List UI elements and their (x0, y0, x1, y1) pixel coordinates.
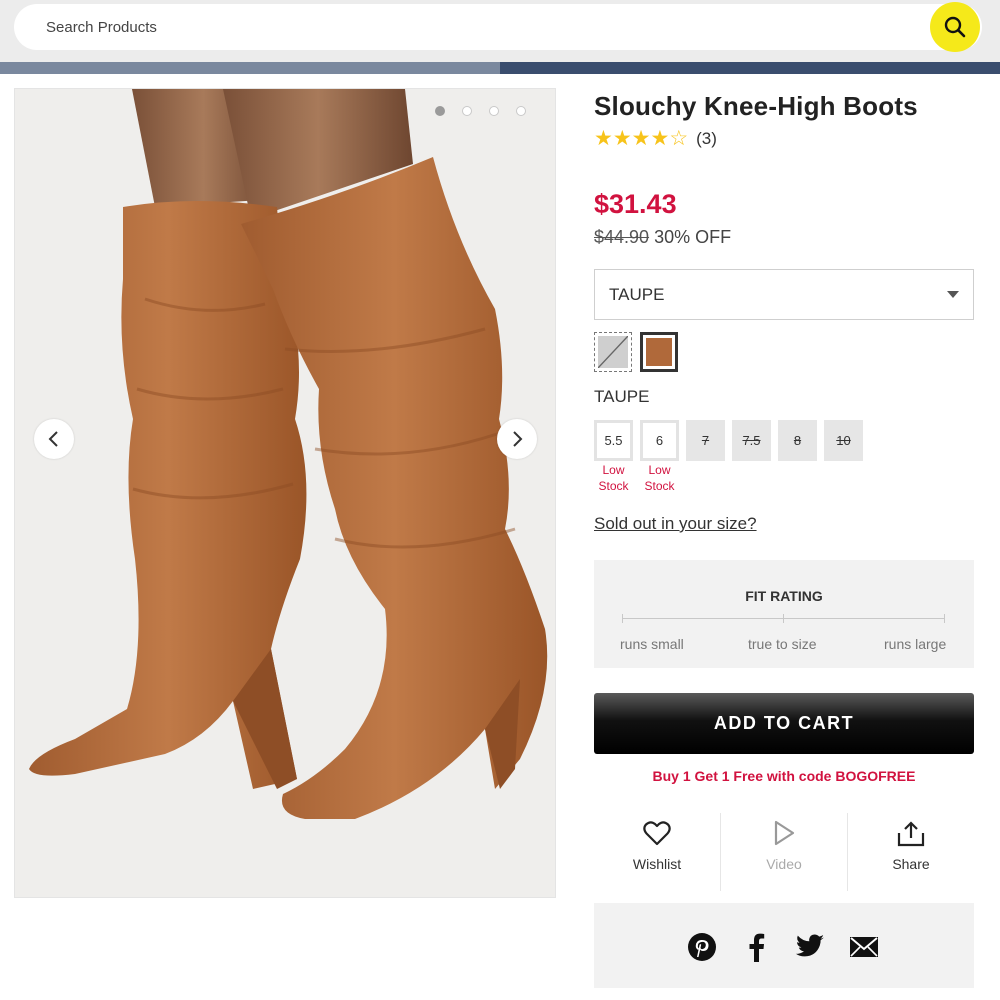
video-button[interactable]: Video (720, 813, 847, 891)
product-page: Slouchy Knee-High Boots ★★★★☆ (3) $31.43… (0, 0, 1000, 1000)
page-progress-fill (0, 62, 500, 74)
video-label: Video (766, 856, 802, 872)
twitter-button[interactable] (794, 931, 826, 963)
facebook-icon (749, 933, 765, 962)
add-to-cart-button[interactable]: ADD TO CART (594, 693, 974, 754)
star-filled-icon: ★ (650, 127, 670, 150)
action-icon-wrap (643, 813, 671, 851)
sale-price: $31.43 (594, 189, 677, 219)
share-label: Share (892, 856, 930, 872)
promo-message: Buy 1 Get 1 Free with code BOGOFREE (652, 768, 916, 784)
fit-rating-title: FIT RATING (745, 588, 823, 604)
action-icon-wrap (772, 813, 796, 851)
search-input[interactable] (46, 16, 846, 38)
product-title: Slouchy Knee-High Boots (594, 91, 918, 121)
search-bar (14, 2, 982, 52)
star-filled-icon: ★ (631, 127, 651, 150)
original-price: $44.90 (594, 227, 650, 247)
email-button[interactable] (848, 931, 880, 963)
fit-rating-panel: FIT RATING runs small true to size runs … (594, 560, 974, 668)
color-swatch-taupe[interactable] (640, 332, 678, 372)
search-button[interactable] (930, 2, 980, 52)
play-icon (774, 820, 795, 846)
size-options: 5.5 6 7 7.5 8 10 (594, 420, 863, 461)
gallery-dot[interactable] (516, 106, 526, 116)
price-details: $44.90 30% OFF (594, 227, 731, 248)
product-image-gallery[interactable] (14, 88, 556, 898)
rating-stars: ★★★★☆ (594, 126, 688, 151)
email-icon (850, 937, 878, 957)
caret-down-icon (947, 291, 959, 298)
share-icon (897, 821, 925, 847)
gallery-dot[interactable] (462, 106, 472, 116)
chevron-right-icon (513, 431, 523, 447)
low-stock-label: Low Stock (640, 462, 679, 494)
review-count[interactable]: (3) (696, 129, 717, 149)
page-progress-bar (0, 62, 1000, 74)
fit-label-small: runs small (620, 636, 684, 652)
heart-icon (643, 821, 671, 846)
discount-label: 30% OFF (654, 227, 732, 247)
size-option-sold-out[interactable]: 7.5 (732, 420, 771, 461)
sold-out-in-size-link[interactable]: Sold out in your size? (594, 514, 757, 534)
stock-text: Stock (598, 479, 629, 493)
color-dropdown[interactable]: TAUPE (594, 269, 974, 320)
size-option-sold-out[interactable]: 10 (824, 420, 863, 461)
swatch-fill (646, 338, 672, 366)
fit-rating-tick (783, 614, 784, 623)
facebook-button[interactable] (740, 931, 772, 963)
search-icon (944, 16, 966, 38)
gallery-pagination (435, 106, 526, 116)
color-dropdown-value: TAUPE (609, 285, 665, 304)
gallery-dot[interactable] (489, 106, 499, 116)
product-actions: Wishlist Video Share (594, 813, 974, 891)
previous-image-button[interactable] (34, 419, 74, 459)
product-image (15, 89, 555, 897)
size-option-sold-out[interactable]: 8 (778, 420, 817, 461)
gallery-dot[interactable] (435, 106, 445, 116)
social-share-panel (594, 903, 974, 988)
star-empty-icon: ☆ (669, 127, 689, 150)
stock-labels: Low Stock Low Stock (594, 462, 679, 494)
wishlist-label: Wishlist (632, 856, 682, 872)
social-icons (686, 931, 880, 963)
fit-label-large: runs large (884, 636, 947, 652)
product-rating[interactable]: ★★★★☆ (3) (594, 126, 717, 151)
action-icon-wrap (897, 813, 925, 851)
pinterest-icon (688, 933, 716, 961)
pinterest-button[interactable] (686, 931, 718, 963)
selected-color-name: TAUPE (594, 387, 650, 406)
fit-rating-tick (622, 614, 623, 623)
size-option[interactable]: 5.5 (594, 420, 633, 461)
size-option[interactable]: 6 (640, 420, 679, 461)
next-image-button[interactable] (497, 419, 537, 459)
chevron-left-icon (48, 431, 58, 447)
unavailable-slash-icon (598, 336, 628, 368)
star-filled-icon: ★ (612, 127, 632, 150)
stock-text: Low (602, 463, 625, 477)
fit-label-true: true to size (748, 636, 817, 652)
wishlist-button[interactable]: Wishlist (594, 813, 720, 891)
size-option-sold-out[interactable]: 7 (686, 420, 725, 461)
share-button[interactable]: Share (847, 813, 974, 891)
stock-text: Low (648, 463, 671, 477)
header (0, 0, 1000, 62)
color-swatch-gray[interactable] (594, 332, 632, 372)
stock-text: Stock (644, 479, 675, 493)
fit-rating-tick (944, 614, 945, 623)
swatch-fill (598, 336, 628, 368)
star-filled-icon: ★ (594, 127, 613, 150)
twitter-icon (795, 934, 824, 957)
low-stock-label: Low Stock (594, 462, 633, 494)
